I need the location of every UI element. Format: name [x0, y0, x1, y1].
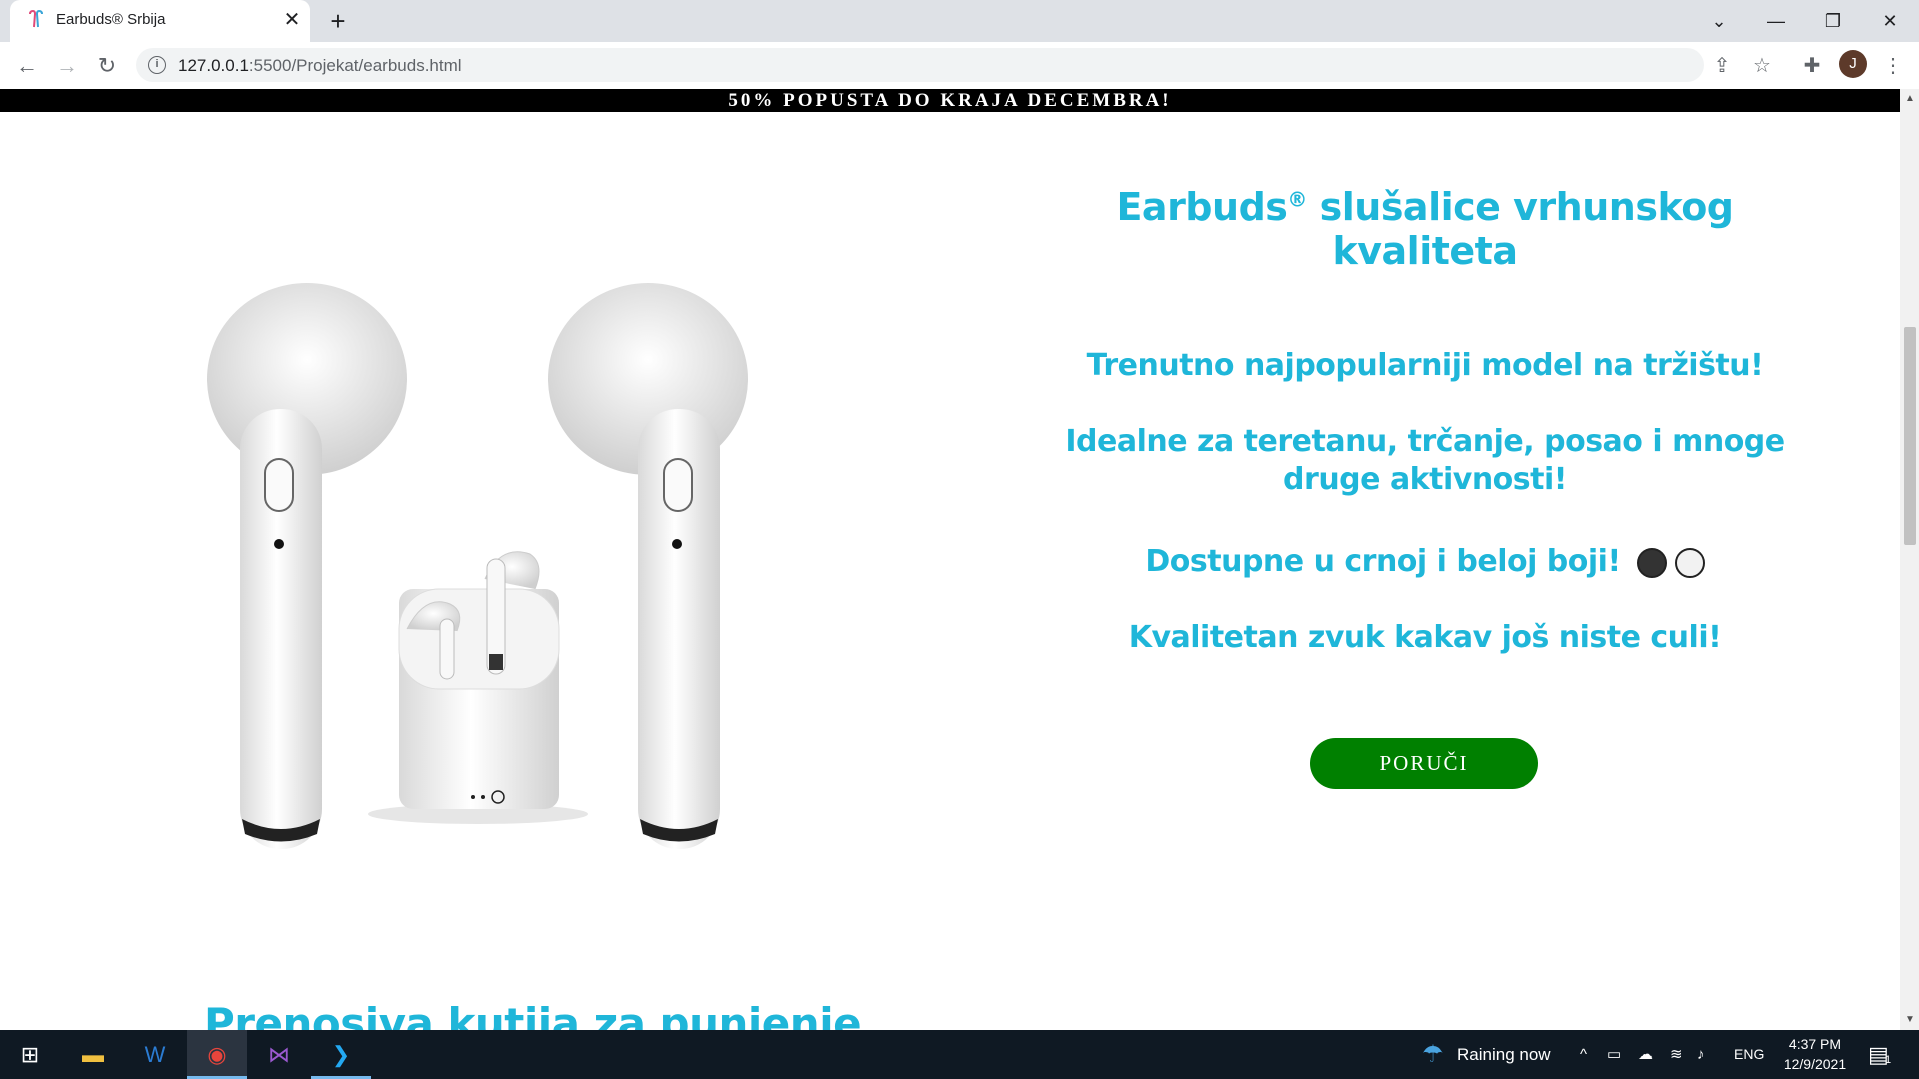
page-viewport: 50% POPUSTA DO KRAJA DECEMBRA! Earbuds® … — [0, 89, 1900, 1030]
feature-popular: Trenutno najpopularniji model na tržištu… — [1086, 348, 1764, 383]
minimize-button[interactable]: — — [1748, 0, 1804, 42]
windows-start-icon[interactable]: ⊞ — [0, 1030, 60, 1079]
word-icon[interactable]: W — [125, 1030, 185, 1079]
scrollbar-thumb[interactable] — [1904, 327, 1916, 545]
language-indicator[interactable]: ENG — [1734, 1030, 1764, 1079]
feature-colors-text: Dostupne u crnoj i beloj boji! — [1145, 544, 1621, 579]
back-button[interactable]: ← — [11, 50, 43, 82]
window-close-button[interactable]: ✕ — [1862, 0, 1918, 42]
tab-title: Earbuds® Srbija — [56, 11, 166, 28]
share-icon[interactable]: ⇪ — [1706, 50, 1738, 82]
section-heading-case: Prenosiva kutija za punjenje — [204, 999, 862, 1030]
feature-sound: Kvalitetan zvuk kakav još niste culi! — [1128, 620, 1722, 655]
volume-icon[interactable]: ♪ — [1697, 1030, 1705, 1079]
browser-toolbar: ← → ↻ i 127.0.0.1:5500/Projekat/earbuds.… — [0, 42, 1919, 90]
onedrive-icon[interactable]: ☁ — [1638, 1030, 1653, 1079]
new-tab-button[interactable]: + — [322, 6, 354, 38]
feature-colors: Dostupne u crnoj i beloj boji! — [1060, 543, 1790, 581]
page-title: Earbuds® slušalice vrhunskog kvaliteta — [1116, 185, 1734, 273]
browser-tab[interactable]: Earbuds® Srbija ✕ — [10, 0, 310, 42]
extensions-icon[interactable]: ✚ — [1796, 50, 1828, 82]
earbuds-favicon-icon — [29, 10, 43, 28]
reload-button[interactable]: ↻ — [91, 50, 123, 82]
weather-icon[interactable]: ☂ — [1422, 1030, 1444, 1079]
earbuds-product-image — [207, 283, 748, 849]
color-swatch-black[interactable] — [1636, 547, 1667, 578]
site-info-icon[interactable]: i — [148, 56, 166, 74]
chrome-icon[interactable]: ◉ — [187, 1030, 247, 1079]
color-swatch-white[interactable] — [1674, 547, 1705, 578]
vscode-icon[interactable]: ❯ — [311, 1030, 371, 1079]
url-text: 127.0.0.1:5500/Projekat/earbuds.html — [178, 56, 462, 75]
scroll-up-arrow-icon[interactable]: ▲ — [1904, 93, 1916, 105]
clock-time[interactable]: 4:37 PM — [1775, 1034, 1855, 1054]
promo-banner: 50% POPUSTA DO KRAJA DECEMBRA! — [0, 89, 1900, 112]
page-scrollbar[interactable]: ▲ ▼ — [1900, 89, 1919, 1030]
battery-icon[interactable]: ▭ — [1607, 1030, 1621, 1079]
clock-date[interactable]: 12/9/2021 — [1775, 1054, 1855, 1074]
scroll-down-arrow-icon[interactable]: ▼ — [1904, 1014, 1916, 1026]
tab-strip: Earbuds® Srbija ✕ + ⌄ — ❐ ✕ — [0, 0, 1919, 42]
tray-chevron-icon[interactable]: ^ — [1580, 1030, 1587, 1079]
feature-activities: Idealne za teretanu, trčanje, posao i mn… — [1065, 424, 1785, 497]
notification-count: 1 — [1885, 1054, 1892, 1066]
tab-close-icon[interactable]: ✕ — [280, 8, 304, 32]
weather-text[interactable]: Raining now — [1457, 1030, 1551, 1079]
restore-button[interactable]: ❐ — [1805, 0, 1861, 42]
bookmark-star-icon[interactable]: ☆ — [1746, 50, 1778, 82]
tab-search-icon[interactable]: ⌄ — [1691, 0, 1747, 42]
forward-button[interactable]: → — [51, 50, 83, 82]
file-explorer-icon[interactable]: ▬ — [63, 1030, 123, 1079]
address-bar[interactable]: i 127.0.0.1:5500/Projekat/earbuds.html — [136, 48, 1704, 82]
menu-icon[interactable]: ⋮ — [1877, 50, 1909, 82]
windows-taskbar: ⊞ ▬ W ◉ ⋈ ❯ ☂ Raining now ^ ▭ ☁ ≋ ♪ ENG … — [0, 1030, 1919, 1079]
network-icon[interactable]: ≋ — [1670, 1030, 1683, 1079]
visual-studio-icon[interactable]: ⋈ — [249, 1030, 309, 1079]
order-button[interactable]: PORUČI — [1310, 738, 1538, 789]
profile-avatar[interactable]: J — [1839, 50, 1867, 78]
